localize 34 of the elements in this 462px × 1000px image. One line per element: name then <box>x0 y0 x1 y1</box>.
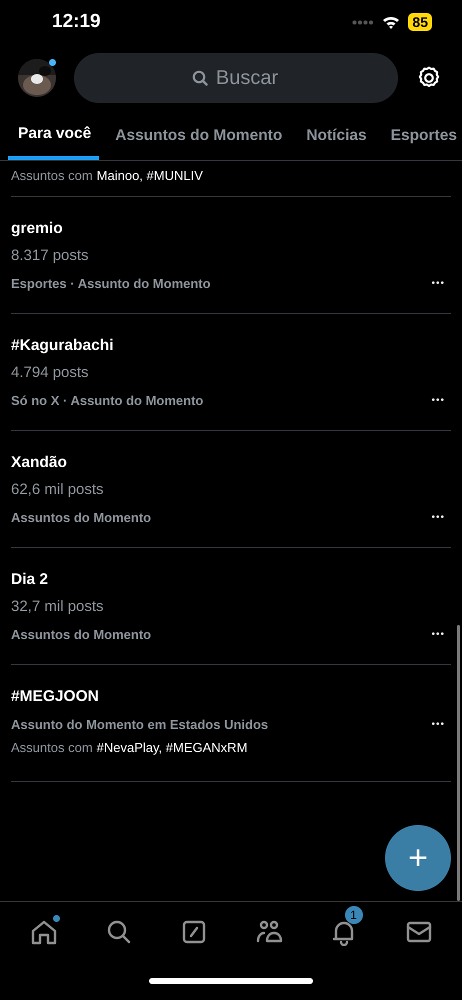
trend-category: Assuntos do Momento <box>11 510 152 524</box>
trend-title[interactable]: #Kagurabachi <box>11 336 451 356</box>
trend-category: Esportes · Assunto do Momento <box>11 276 211 290</box>
trend-category: Assuntos do Momento <box>11 626 152 642</box>
tab[interactable]: Assuntos do Momento <box>105 112 290 160</box>
trend-category: Assunto do Momento em Estados Unidos <box>11 716 268 732</box>
trend-category: Só no X · Assunto do Momento <box>11 392 204 408</box>
trend-title[interactable]: Xandão <box>11 453 451 473</box>
more-button[interactable]: ••• <box>425 278 451 288</box>
tab[interactable]: Notícias <box>296 112 375 160</box>
trend-title[interactable]: gremio <box>11 219 451 239</box>
more-button[interactable]: ••• <box>425 718 451 730</box>
compose-button[interactable]: + <box>385 825 451 891</box>
home-icon[interactable] <box>30 918 58 946</box>
tab[interactable]: Esportes <box>380 112 462 160</box>
more-button[interactable]: ••• <box>425 628 451 640</box>
post-count: 32,7 mil posts <box>11 597 105 617</box>
search-icon <box>192 70 208 86</box>
status-time: 12:19 <box>52 11 101 33</box>
related-topics: Assuntos com #NevaPlay, #MEGANxRM <box>11 739 248 757</box>
tab[interactable]: Para você <box>8 112 100 160</box>
notification-count: 1 <box>344 906 362 924</box>
post-count: 62,6 mil posts <box>11 480 105 500</box>
signal-icon <box>352 20 374 24</box>
battery-level: 85 <box>408 13 432 31</box>
wifi-icon <box>382 15 400 29</box>
more-button[interactable]: ••• <box>425 394 451 406</box>
post-count: 8.317 posts <box>11 246 90 266</box>
related-topics: Assuntos com Mainoo, #MUNLIV <box>11 167 203 185</box>
trend-title[interactable]: #MEGJOON <box>11 687 451 707</box>
search-field[interactable]: Buscar <box>74 53 398 103</box>
trend-title[interactable]: Dia 2 <box>11 570 451 590</box>
post-count: 4.794 posts <box>11 363 90 383</box>
more-button[interactable]: ••• <box>425 512 451 522</box>
